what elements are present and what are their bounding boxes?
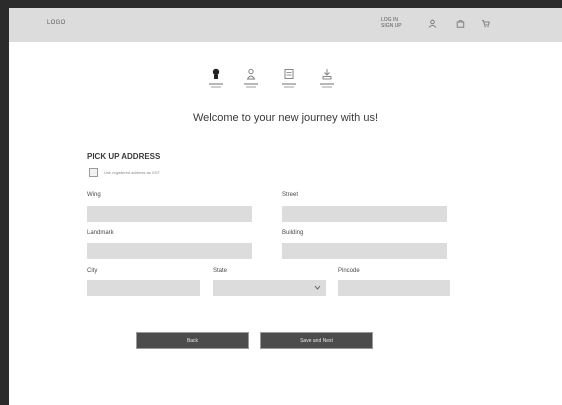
step-1-icon <box>212 68 220 79</box>
step-2-icon <box>246 68 256 80</box>
state-label: State <box>213 268 228 274</box>
landmark-input[interactable] <box>87 243 252 259</box>
step-3-label <box>282 83 296 85</box>
progress-steps <box>203 68 343 100</box>
step-4-sublabel <box>322 86 332 88</box>
use-registered-address-label: Use registered address as GST <box>104 169 161 175</box>
street-input[interactable] <box>282 206 447 222</box>
save-next-button[interactable]: Save and Next <box>260 332 373 349</box>
use-registered-address-row[interactable]: Use registered address as GST <box>89 167 160 177</box>
pickup-address-title: PICK UP ADDRESS <box>87 152 161 161</box>
state-select[interactable] <box>213 280 326 296</box>
step-1-sublabel <box>211 86 221 88</box>
step-1[interactable] <box>206 68 226 98</box>
pincode-input[interactable] <box>338 280 450 296</box>
step-3-icon <box>284 69 294 79</box>
back-button[interactable]: Back <box>136 332 249 349</box>
pincode-label: Pincode <box>338 268 360 274</box>
user-icon[interactable] <box>427 18 437 28</box>
step-2-label <box>244 83 258 85</box>
bag-icon[interactable] <box>455 18 465 28</box>
step-1-label <box>209 83 223 85</box>
cart-icon[interactable] <box>480 18 490 28</box>
signup-link[interactable]: SIGN UP <box>381 23 402 29</box>
step-4[interactable] <box>317 68 337 98</box>
step-4-icon <box>322 69 332 80</box>
city-label: City <box>87 268 98 274</box>
page-frame: LOGO LOG IN SIGN UP Welcome to your new … <box>9 8 562 405</box>
wing-label: Wing <box>87 192 101 198</box>
use-registered-address-checkbox[interactable] <box>89 167 98 177</box>
logo[interactable]: LOGO <box>47 20 66 26</box>
wing-input[interactable] <box>87 206 252 222</box>
landmark-label: Landmark <box>87 230 114 236</box>
building-input[interactable] <box>282 243 447 259</box>
step-2[interactable] <box>241 68 261 98</box>
step-4-label <box>320 83 334 85</box>
step-3[interactable] <box>279 68 299 98</box>
welcome-heading: Welcome to your new journey with us! <box>192 112 379 124</box>
top-navbar: LOGO LOG IN SIGN UP <box>9 8 562 42</box>
building-label: Building <box>282 230 304 236</box>
step-2-sublabel <box>246 86 256 88</box>
street-label: Street <box>282 192 299 198</box>
step-3-sublabel <box>284 86 294 88</box>
chevron-down-icon <box>314 285 321 290</box>
city-input[interactable] <box>87 280 200 296</box>
auth-links: LOG IN SIGN UP <box>381 17 402 29</box>
